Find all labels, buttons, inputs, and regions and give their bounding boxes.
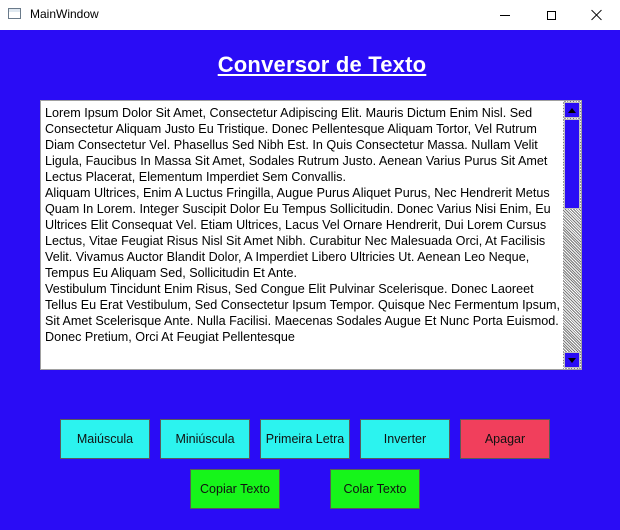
maximize-button[interactable]: [528, 0, 574, 30]
close-icon: [591, 9, 603, 21]
scroll-down-button[interactable]: [564, 352, 580, 368]
scrollbar-thumb[interactable]: [564, 119, 580, 209]
minimize-icon: [500, 14, 510, 16]
arrow-down-icon: [568, 357, 576, 363]
maximize-icon: [546, 10, 556, 20]
copy-text-button[interactable]: Copiar Texto: [190, 469, 280, 509]
window-title: MainWindow: [30, 7, 99, 21]
invert-button[interactable]: Inverter: [360, 419, 450, 459]
page-title: Conversor de Texto: [217, 52, 427, 77]
text-editor-content[interactable]: Lorem Ipsum Dolor Sit Amet, Consectetur …: [45, 105, 561, 345]
text-editor[interactable]: Lorem Ipsum Dolor Sit Amet, Consectetur …: [40, 100, 582, 370]
lowercase-button[interactable]: Miniúscula: [160, 419, 250, 459]
main-window-content: Conversor de Texto Lorem Ipsum Dolor Sit…: [0, 30, 620, 530]
window-app-icon: [8, 8, 21, 19]
minimize-button[interactable]: [482, 0, 528, 30]
arrow-up-icon: [568, 107, 576, 113]
close-button[interactable]: [574, 0, 620, 30]
uppercase-button[interactable]: Maiúscula: [60, 419, 150, 459]
capitalize-button[interactable]: Primeira Letra: [260, 419, 350, 459]
paste-text-button[interactable]: Colar Texto: [330, 469, 420, 509]
clear-button[interactable]: Apagar: [460, 419, 550, 459]
vertical-scrollbar[interactable]: [563, 101, 581, 369]
scroll-up-button[interactable]: [564, 102, 580, 118]
title-bar[interactable]: MainWindow: [0, 0, 620, 30]
